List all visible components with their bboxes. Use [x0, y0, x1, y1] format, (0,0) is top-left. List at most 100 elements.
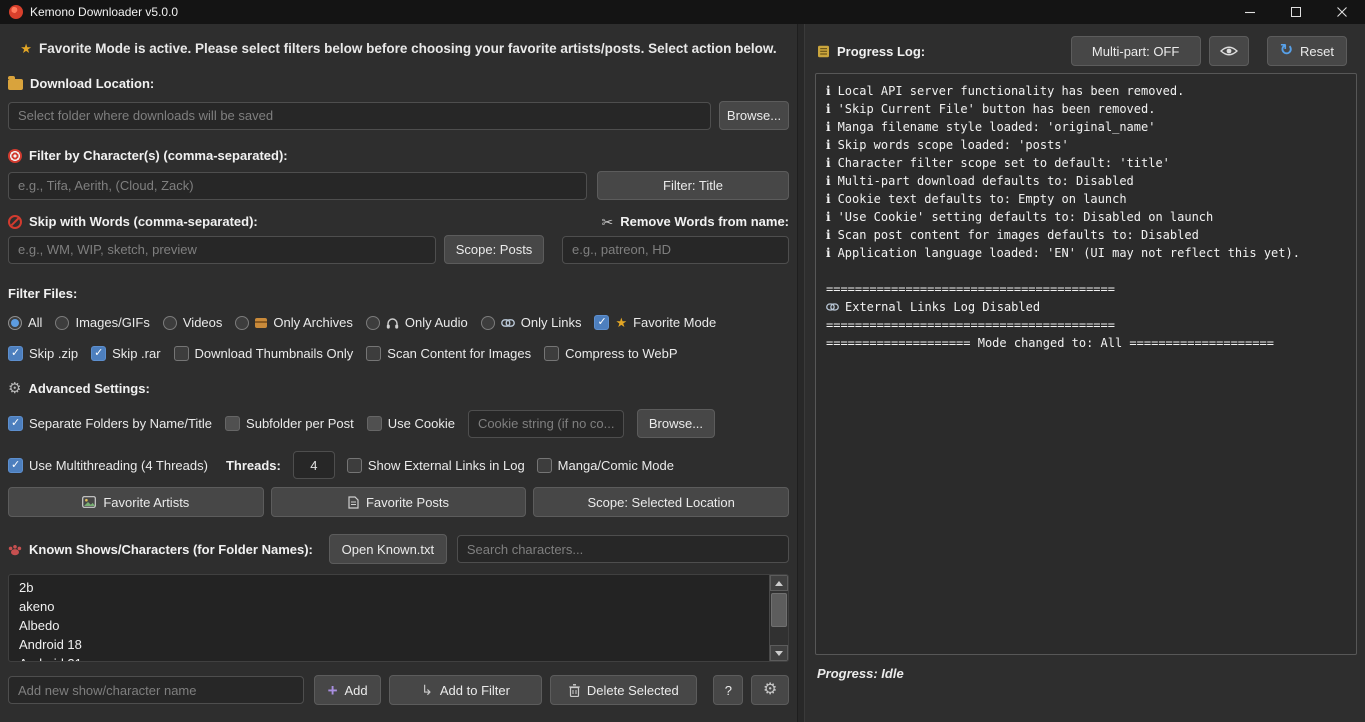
character-filter-scope-button[interactable]: Filter: Title [597, 171, 789, 200]
scan-content-checkbox[interactable]: Scan Content for Images [366, 346, 531, 361]
open-known-txt-button[interactable]: Open Known.txt [329, 534, 447, 564]
advanced-settings-header: Advanced Settings: [8, 381, 789, 396]
arrow-up-icon [775, 581, 783, 586]
log-line: ==================== Mode changed to: Al… [826, 334, 1346, 352]
search-characters-input[interactable] [457, 535, 789, 563]
file-type-options-row: All Images/GIFs Videos Only Archives [8, 315, 789, 330]
log-text: Application language loaded: 'EN' (UI ma… [838, 244, 1300, 262]
manga-mode-checkbox[interactable]: Manga/Comic Mode [537, 458, 674, 473]
minimize-icon [1245, 7, 1255, 17]
info-icon: i [826, 154, 831, 172]
list-item[interactable]: 2b [9, 578, 788, 597]
compress-webp-checkbox[interactable]: Compress to WebP [544, 346, 677, 361]
download-thumbnails-checkbox[interactable]: Download Thumbnails Only [174, 346, 354, 361]
known-characters-list[interactable]: 2bakenoAlbedoAndroid 18Android 21 [8, 574, 789, 662]
remove-words-input[interactable] [562, 236, 789, 264]
document-icon [348, 496, 359, 509]
log-text: ======================================== [826, 280, 1115, 298]
help-button[interactable]: ? [713, 675, 743, 705]
multithreading-checkbox[interactable]: Use Multithreading (4 Threads) [8, 458, 208, 473]
skip-rar-checkbox[interactable]: Skip .rar [91, 346, 160, 361]
radio-all[interactable]: All [8, 315, 42, 330]
add-button[interactable]: Add [314, 675, 381, 705]
download-location-row: Browse... [8, 101, 789, 130]
scope-location-label: Scope: Selected Location [587, 495, 734, 510]
multipart-toggle-button[interactable]: Multi-part: OFF [1071, 36, 1201, 66]
scroll-up-button[interactable] [770, 575, 788, 591]
log-text: Multi-part download defaults to: Disable… [838, 172, 1134, 190]
star-icon [615, 316, 627, 329]
close-button[interactable] [1319, 0, 1365, 24]
browse-download-button[interactable]: Browse... [719, 101, 789, 130]
log-line: ======================================== [826, 316, 1346, 334]
character-filter-input[interactable] [8, 172, 587, 200]
skip-words-header: Skip with Words (comma-separated): [8, 214, 258, 229]
show-external-links-checkbox[interactable]: Show External Links in Log [347, 458, 525, 473]
subfolder-per-post-checkbox[interactable]: Subfolder per Post [225, 416, 354, 431]
threads-row: Use Multithreading (4 Threads) Threads: … [8, 451, 789, 479]
list-item[interactable]: akeno [9, 597, 788, 616]
settings-button[interactable] [751, 675, 789, 705]
eye-icon [1220, 45, 1238, 57]
download-location-header: Download Location: [8, 76, 789, 91]
list-item[interactable]: Android 21 [9, 654, 788, 662]
window-title: Kemono Downloader v5.0.0 [30, 5, 178, 19]
favorite-mode-checkbox[interactable]: Favorite Mode [594, 315, 716, 330]
trash-icon [569, 684, 580, 697]
threads-input[interactable] [293, 451, 335, 479]
eye-button[interactable] [1209, 36, 1249, 66]
maximize-icon [1291, 7, 1301, 17]
log-line: i'Use Cookie' setting defaults to: Disab… [826, 208, 1346, 226]
add-character-input[interactable] [8, 676, 304, 704]
scroll-down-button[interactable] [770, 645, 788, 661]
log-line: iLocal API server functionality has been… [826, 82, 1346, 100]
checkbox-indicator [347, 458, 362, 473]
progress-log-header-row: Progress Log: Multi-part: OFF Reset [817, 36, 1347, 66]
favorite-posts-label: Favorite Posts [366, 495, 449, 510]
radio-videos[interactable]: Videos [163, 315, 223, 330]
character-filter-row: Filter: Title [8, 171, 789, 200]
skip-words-scope-button[interactable]: Scope: Posts [444, 235, 544, 264]
radio-label: Only Links [521, 315, 582, 330]
skip-zip-checkbox[interactable]: Skip .zip [8, 346, 78, 361]
log-book-icon [817, 45, 830, 58]
favorite-posts-button[interactable]: Favorite Posts [271, 487, 527, 517]
progress-log[interactable]: i Local API server functionality has been… [815, 73, 1357, 655]
radio-only-links[interactable]: Only Links [481, 315, 582, 330]
scope-location-button[interactable]: Scope: Selected Location [533, 487, 789, 517]
reset-button[interactable]: Reset [1267, 36, 1347, 66]
log-text: Scan post content for images defaults to… [838, 226, 1199, 244]
scrollbar-thumb[interactable] [771, 593, 787, 627]
panel-splitter[interactable] [797, 24, 805, 722]
progress-panel: Progress Log: Multi-part: OFF Reset i Loc… [805, 24, 1365, 722]
radio-images-gifs[interactable]: Images/GIFs [55, 315, 149, 330]
log-text: ==================== Mode changed to: Al… [826, 334, 1274, 352]
radio-only-audio[interactable]: Only Audio [366, 315, 468, 330]
cookie-string-input[interactable] [468, 410, 624, 438]
use-cookie-checkbox[interactable]: Use Cookie [367, 416, 455, 431]
separate-folders-checkbox[interactable]: Separate Folders by Name/Title [8, 416, 212, 431]
star-icon [20, 42, 32, 55]
download-location-input[interactable] [8, 102, 711, 130]
info-icon: i [826, 226, 831, 244]
checkbox-indicator [594, 315, 609, 330]
browse-cookie-button[interactable]: Browse... [637, 409, 715, 438]
link-icon [826, 303, 839, 311]
maximize-button[interactable] [1273, 0, 1319, 24]
list-scrollbar[interactable] [769, 575, 788, 661]
log-text: 'Use Cookie' setting defaults to: Disabl… [838, 208, 1214, 226]
skip-words-input[interactable] [8, 236, 436, 264]
radio-label: Images/GIFs [75, 315, 149, 330]
add-to-filter-button[interactable]: Add to Filter [389, 675, 542, 705]
scrollbar-track[interactable] [770, 591, 788, 645]
delete-selected-button[interactable]: Delete Selected [550, 675, 697, 705]
minimize-button[interactable] [1227, 0, 1273, 24]
favorite-artists-button[interactable]: Favorite Artists [8, 487, 264, 517]
info-icon: i [826, 190, 831, 208]
log-text: Local API server functionality has been … [838, 82, 1185, 100]
radio-only-archives[interactable]: Only Archives [235, 315, 352, 330]
settings-panel: Favorite Mode is active. Please select f… [0, 24, 797, 722]
checkbox-indicator [8, 346, 23, 361]
list-item[interactable]: Android 18 [9, 635, 788, 654]
list-item[interactable]: Albedo [9, 616, 788, 635]
